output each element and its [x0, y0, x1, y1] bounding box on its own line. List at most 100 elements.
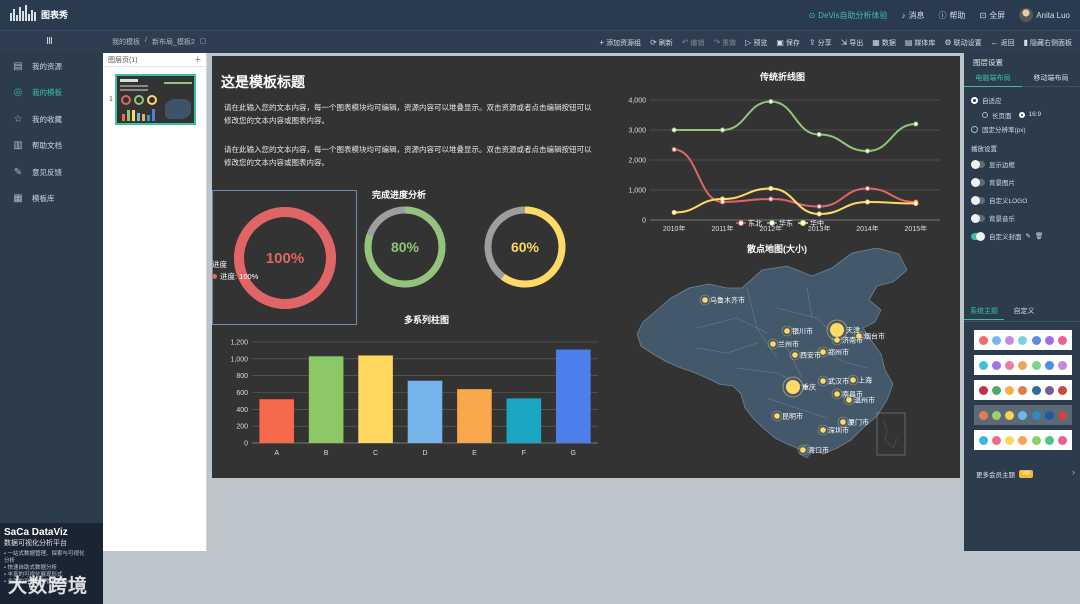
map-point-10[interactable] — [850, 377, 856, 383]
theme-swatch-3[interactable] — [974, 405, 1072, 425]
toggle-switch-2[interactable] — [971, 195, 985, 205]
line-point-1-0[interactable] — [671, 127, 677, 133]
line-point-0-2[interactable] — [768, 196, 774, 202]
tab-system-theme[interactable]: 系统主题 — [964, 304, 1004, 320]
breadcrumb-templates[interactable]: 我的模板 — [112, 37, 140, 47]
line-point-1-1[interactable] — [720, 127, 725, 133]
toggle-switch-3[interactable] — [971, 213, 985, 223]
toolbar-8-button[interactable]: ▦ 数据 — [872, 38, 896, 48]
map-point-4[interactable] — [820, 349, 826, 355]
toggle-row-2[interactable]: 自定义LOGO — [964, 191, 1080, 209]
toolbar-3-button[interactable]: ↷ 重做 — [713, 38, 736, 48]
map-point-12[interactable] — [846, 397, 852, 403]
line-point-1-3[interactable] — [816, 132, 822, 137]
bar-3[interactable] — [407, 380, 443, 443]
toolbar-0-button[interactable]: + 添加资源组 — [599, 38, 641, 48]
selected-widget-frame[interactable] — [212, 190, 357, 325]
edit-cover-icon[interactable]: ✎ — [1026, 232, 1031, 240]
add-page-button[interactable]: + — [195, 54, 201, 66]
line-point-0-4[interactable] — [865, 186, 870, 191]
map-point-8[interactable] — [786, 380, 800, 394]
tab-desktop-layout[interactable]: 电脑端布局 — [964, 71, 1022, 87]
scatter-map[interactable]: 乌鲁木齐市银川市兰州市西安市 郑州市济南市天津烟台市重庆武汉市 上海南昌市温州市昆明… — [637, 248, 947, 473]
text-block-2[interactable]: 请在此输入您的文本内容，每一个图表模块均可编辑，资源内容可以堆叠显示。双击资源或… — [224, 143, 594, 169]
toggle-switch-4[interactable] — [971, 231, 985, 241]
bar-4[interactable] — [457, 389, 492, 443]
toolbar-9-button[interactable]: ▤ 媒体库 — [905, 38, 936, 48]
sidebar-item-5[interactable]: ▦ 模板库 — [0, 186, 103, 213]
map-point-15[interactable] — [820, 427, 826, 433]
line-point-1-4[interactable] — [865, 148, 870, 154]
toolbar-2-button[interactable]: ↶ 撤销 — [682, 38, 705, 48]
dashboard-canvas[interactable]: 这是模板标题 请在此输入您的文本内容，每一个图表模块均可编辑，资源内容可以堆叠显… — [212, 56, 960, 478]
toggle-switch-0[interactable] — [971, 159, 985, 169]
theme-swatch-0[interactable] — [974, 330, 1072, 350]
option-fixed[interactable]: 固定分辨率(px) — [964, 122, 1080, 137]
toolbar-1-button[interactable]: ⟳ 刷新 — [650, 38, 673, 48]
chevron-right-icon[interactable]: › — [1072, 467, 1075, 477]
map-point-6[interactable] — [830, 323, 844, 337]
line-point-0-0[interactable] — [671, 147, 677, 152]
text-block-1[interactable]: 请在此输入您的文本内容，每一个图表模块均可编辑，资源内容可以堆叠显示。双击资源或… — [224, 101, 594, 127]
line-point-1-2[interactable] — [768, 99, 774, 104]
line-point-0-3[interactable] — [816, 204, 822, 209]
tab-mobile-layout[interactable]: 移动端布局 — [1022, 71, 1080, 87]
bar-1[interactable] — [308, 356, 344, 443]
bar-2[interactable] — [358, 355, 393, 443]
toolbar-12-button[interactable]: ▮ 隐藏右侧面板 — [1024, 38, 1072, 48]
toggle-switch-1[interactable] — [971, 177, 985, 187]
delete-cover-icon[interactable]: 🗑 — [1035, 232, 1043, 240]
sidebar-item-4[interactable]: ✎ 意见反馈 — [0, 159, 103, 186]
map-point-11[interactable] — [834, 391, 840, 397]
theme-swatch-2[interactable] — [974, 380, 1072, 400]
messages-button[interactable]: ♪ 消息 — [901, 10, 924, 21]
user-menu[interactable]: Anita Luo — [1019, 8, 1070, 22]
help-button[interactable]: ⓘ 帮助 — [938, 10, 965, 21]
map-point-16[interactable] — [800, 447, 806, 453]
toggle-row-0[interactable]: 显示边框 — [964, 155, 1080, 173]
line-point-2-0[interactable] — [671, 210, 677, 215]
line-point-1-5[interactable] — [913, 121, 919, 127]
tab-custom-theme[interactable]: 自定义 — [1004, 304, 1044, 320]
line-point-2-5[interactable] — [913, 201, 919, 206]
radio-16-9[interactable] — [1018, 111, 1025, 118]
toolbar-6-button[interactable]: ⇪ 分享 — [809, 38, 832, 48]
line-point-2-3[interactable] — [816, 211, 822, 217]
line-chart[interactable]: 4,000 3,000 2,000 1,000 0 2010年 2011年 2012年 2013… — [610, 86, 950, 231]
radio-long-page[interactable] — [982, 111, 988, 118]
toolbar-10-button[interactable]: ⚙ 联动设置 — [944, 38, 981, 48]
theme-swatch-4[interactable] — [974, 430, 1072, 450]
toolbar-11-button[interactable]: ← 返回 — [991, 38, 1015, 48]
bar-chart[interactable]: 1,200 1,000 800 600 400 200 0 A B C D E F G — [220, 336, 600, 466]
sidebar-item-3[interactable]: ▥ 帮助文档 — [0, 133, 103, 160]
map-point-7[interactable] — [856, 333, 862, 339]
toggle-row-1[interactable]: 背景图片 — [964, 173, 1080, 191]
radio-fixed[interactable] — [971, 125, 978, 133]
sidebar-item-1[interactable]: ◎ 我的模板 — [0, 80, 103, 107]
map-point-14[interactable] — [840, 419, 846, 425]
bar-0[interactable] — [259, 399, 295, 443]
map-point-1[interactable] — [784, 328, 790, 334]
more-themes-link[interactable]: 更多会员主题 VIP — [976, 469, 1034, 479]
edit-name-icon[interactable]: ▢ — [200, 37, 207, 47]
collapse-menu-icon[interactable]: Ⅲ — [46, 36, 53, 47]
bar-6[interactable] — [555, 349, 591, 443]
map-point-0[interactable] — [702, 297, 708, 303]
bar-5[interactable] — [506, 398, 542, 443]
sidebar-item-0[interactable]: ▤ 我的资源 — [0, 53, 103, 80]
map-point-13[interactable] — [774, 413, 780, 419]
davis-link[interactable]: ⊙ DeVis自助分析体验 — [809, 10, 888, 21]
line-point-2-2[interactable] — [768, 186, 774, 191]
toolbar-4-button[interactable]: ▷ 预览 — [745, 38, 767, 48]
map-point-9[interactable] — [820, 378, 826, 384]
page-thumbnail[interactable] — [115, 74, 196, 125]
line-point-2-1[interactable] — [720, 196, 725, 202]
map-point-3[interactable] — [792, 352, 798, 358]
theme-swatch-1[interactable] — [974, 355, 1072, 375]
toggle-row-3[interactable]: 背景音乐 — [964, 209, 1080, 227]
toolbar-5-button[interactable]: ▣ 保存 — [776, 38, 800, 48]
option-adaptive[interactable]: 自适应 — [964, 93, 1080, 108]
toolbar-7-button[interactable]: ⇲ 导出 — [841, 38, 864, 48]
map-point-2[interactable] — [770, 341, 776, 347]
app-logo[interactable]: 图表秀 — [10, 5, 68, 21]
